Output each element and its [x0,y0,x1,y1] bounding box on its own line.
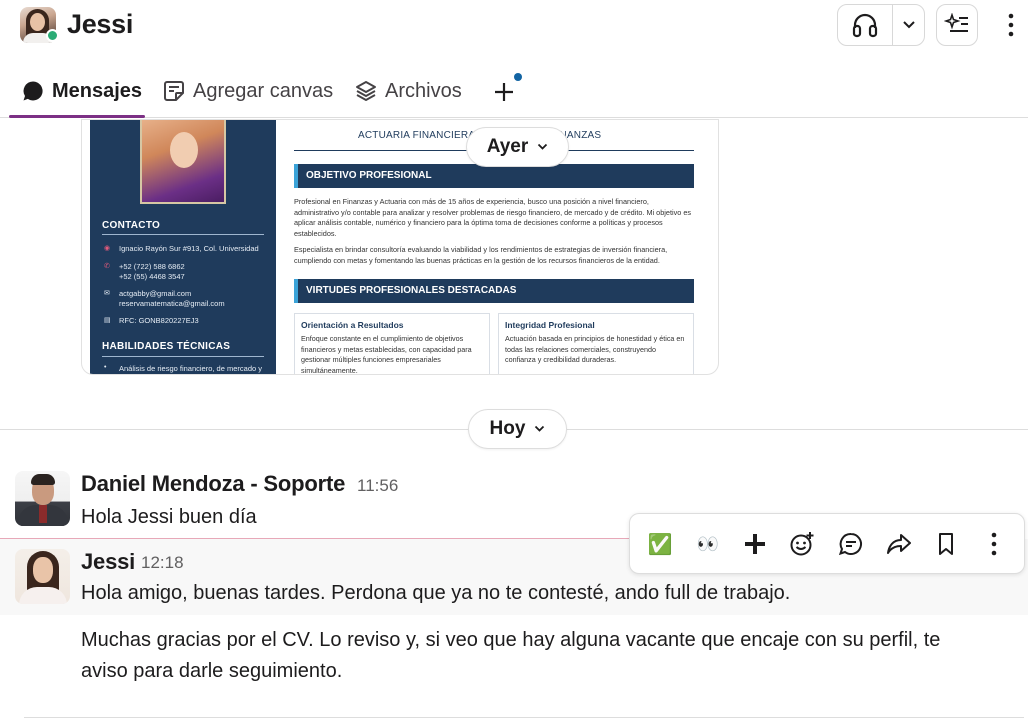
mail-icon: ✉ [104,290,110,297]
phone-icon: ✆ [104,263,110,270]
add-tab-button[interactable] [490,78,518,106]
avatar[interactable] [15,549,70,604]
message-timestamp[interactable]: 11:56 [357,476,398,496]
check-mark-emoji-icon[interactable]: ✅ [644,528,676,560]
date-pill-yesterday[interactable]: Ayer [466,127,569,167]
active-tab-indicator [9,115,145,118]
cv-contact-item: ◉ Ignacio Rayón Sur #913, Col. Universida… [104,244,259,253]
tab-label: Mensajes [52,79,143,102]
avatar[interactable] [15,471,70,526]
composer-divider [24,717,1024,718]
message-timestamp[interactable]: 12:18 [141,553,184,573]
chevron-down-icon [902,21,915,29]
presence-indicator [46,29,59,42]
message-text: Muchas gracias por el CV. Lo reviso y, s… [81,629,941,651]
cv-virtue-box: Integridad Profesional Actuación basada … [498,313,694,374]
huddle-control [837,4,925,46]
page-title[interactable]: Jessi [67,9,133,40]
layers-icon [356,81,376,101]
pin-icon: ◉ [104,245,111,252]
reply-thread-icon [838,532,862,556]
cv-photo [140,120,226,204]
cv-contact-title: CONTACTO [102,220,161,231]
plus-icon [495,83,513,101]
cv-contact-item: ✉reservamatematica@gmail.com [119,299,225,308]
forward-button[interactable] [883,528,915,560]
sparkle-list-icon [944,13,968,32]
doc-icon: ▤ [104,317,111,324]
notification-dot [514,73,522,81]
cv-contact-item: ✆+52 (55) 4468 3547 [119,272,185,281]
cv-objective-text: Profesional en Finanzas y Actuaria con m… [294,197,692,238]
canvas-icon [164,81,184,101]
eyes-emoji-icon[interactable]: 👀 [692,528,724,560]
message-actions-toolbar: ✅ 👀 [629,513,1025,574]
ai-summary-button[interactable] [936,4,978,46]
tab-label: Archivos [385,79,462,102]
date-label: Hoy [489,418,526,439]
reply-thread-button[interactable] [835,528,867,560]
cv-virtues-title: VIRTUDES PROFESIONALES DESTACADAS [294,279,694,303]
message-author[interactable]: Jessi [81,549,135,575]
huddle-options-button[interactable] [893,5,924,45]
new-messages-line [0,538,650,539]
plus-icon [745,534,765,554]
conversation-header: Jessi [0,0,1028,56]
message-text: aviso para darle seguimiento. [81,660,343,682]
message-text: Hola amigo, buenas tardes. Perdona que y… [81,582,791,604]
cv-image-attachment[interactable]: CONTACTO ◉ Ignacio Rayón Sur #913, Col. U… [81,119,719,375]
cv-skills-title: HABILIDADES TÉCNICAS [102,341,231,352]
headphones-icon [853,13,878,38]
message-bubble-icon [23,81,43,101]
chevron-down-icon [535,425,545,432]
message-text: Hola Jessi buen día [81,506,257,528]
tab-files[interactable]: Archivos [355,76,462,106]
chevron-down-icon [538,143,548,150]
cv-objective-text-2: Especialista en brindar consultoría eval… [294,245,668,265]
forward-icon [887,534,911,554]
cv-contact-item: ▤ RFC: GONB820227EJ3 [104,316,199,325]
cv-virtue-box: Orientación a Resultados Enfoque constan… [294,313,490,374]
date-pill-today[interactable]: Hoy [468,409,567,449]
cv-contact-item: ✆ +52 (722) 588 6862 [104,262,185,271]
date-label: Ayer [486,136,529,157]
tab-add-canvas[interactable]: Agregar canvas [163,76,333,106]
more-options-button[interactable] [998,8,1024,42]
cv-skill-item: • Análisis de riesgo financiero, de merca… [104,364,262,373]
bookmark-icon [939,533,953,555]
add-reaction-button[interactable] [786,528,818,560]
more-actions-icon [991,532,997,556]
more-actions-button[interactable] [978,528,1010,560]
save-button[interactable] [930,528,962,560]
tab-label: Agregar canvas [193,79,334,102]
plus-button[interactable] [739,528,771,560]
huddle-button[interactable] [838,5,894,45]
message-author[interactable]: Daniel Mendoza - Soporte [81,471,345,497]
kebab-icon [1008,13,1014,37]
tab-messages[interactable]: Mensajes [22,76,142,106]
cv-objective-title: OBJETIVO PROFESIONAL [294,164,694,188]
cv-contact-item: ✉ actgabby@gmail.com [104,289,192,298]
add-reaction-icon [790,532,814,556]
tab-bar: Mensajes Agregar canvas Archivos [0,68,1028,118]
cv-sidebar: CONTACTO ◉ Ignacio Rayón Sur #913, Col. U… [90,120,276,374]
